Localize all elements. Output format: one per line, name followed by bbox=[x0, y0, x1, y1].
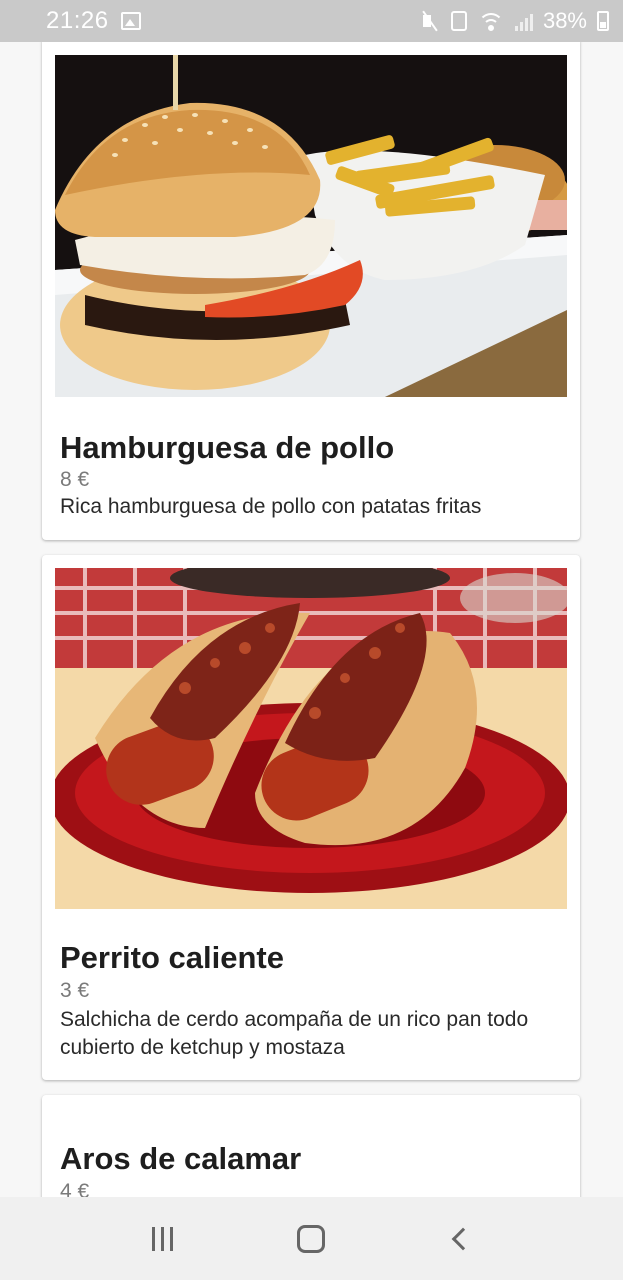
wifi-icon bbox=[477, 11, 505, 31]
menu-item-title: Hamburguesa de pollo bbox=[60, 430, 395, 465]
home-icon[interactable] bbox=[297, 1224, 325, 1253]
menu-item-title: Aros de calamar bbox=[60, 1141, 302, 1176]
status-bar: 21:26 38% bbox=[0, 0, 623, 42]
menu-item-price: 3 € bbox=[60, 979, 90, 1002]
menu-item-price: 4 € bbox=[60, 1180, 90, 1197]
menu-item-card[interactable]: Hamburguesa de pollo 8 € Rica hamburgues… bbox=[42, 42, 580, 540]
back-icon[interactable] bbox=[451, 1227, 475, 1250]
menu-item-description: Rica hamburguesa de pollo con patatas fr… bbox=[60, 495, 482, 518]
menu-list[interactable]: Hamburguesa de pollo 8 € Rica hamburgues… bbox=[0, 42, 623, 1197]
recent-apps-icon[interactable] bbox=[152, 1226, 173, 1251]
chicken-burger-image bbox=[55, 55, 567, 397]
nfc-icon bbox=[450, 11, 467, 31]
menu-item-description: Salchicha de cerdo acompaña de un rico p… bbox=[60, 1008, 529, 1059]
status-icons: 38% bbox=[419, 8, 609, 34]
menu-item-title: Perrito caliente bbox=[60, 940, 284, 975]
menu-item-card[interactable]: Perrito caliente 3 € Salchicha de cerdo … bbox=[42, 555, 580, 1080]
hot-dog-image bbox=[55, 568, 567, 909]
gallery-icon bbox=[120, 12, 141, 30]
status-time: 21:26 bbox=[46, 7, 109, 34]
navigation-bar bbox=[0, 1197, 623, 1280]
battery-percentage: 38% bbox=[542, 8, 587, 33]
battery-icon bbox=[597, 11, 609, 31]
menu-item-card[interactable]: Aros de calamar 4 € bbox=[42, 1095, 580, 1197]
mute-icon bbox=[419, 11, 441, 31]
menu-item-price: 8 € bbox=[60, 468, 90, 491]
signal-icon bbox=[514, 11, 533, 31]
